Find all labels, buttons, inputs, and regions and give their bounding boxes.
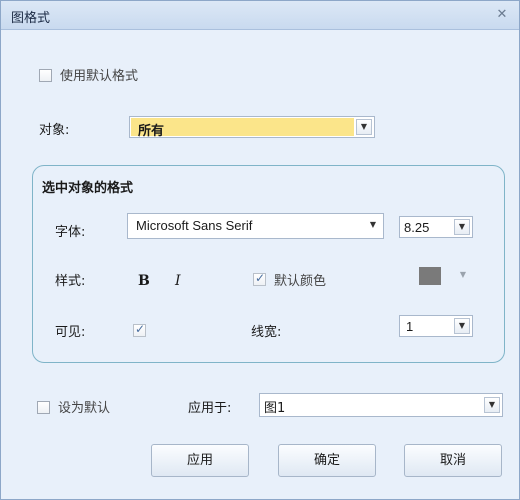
cancel-button[interactable]: 取消	[404, 444, 502, 477]
italic-button[interactable]: I	[175, 273, 181, 289]
line-width-select[interactable]: 1 ▼	[399, 315, 473, 337]
color-swatch	[419, 267, 441, 285]
chevron-down-icon[interactable]: ▼	[365, 218, 381, 234]
apply-to-label: 应用于:	[188, 401, 232, 416]
line-width-label: 线宽:	[251, 325, 282, 340]
chevron-down-icon[interactable]: ▼	[356, 119, 372, 135]
visible-checkbox[interactable]	[133, 322, 146, 337]
line-width-value: 1	[406, 319, 414, 334]
style-label: 样式:	[55, 274, 86, 289]
object-select-highlight	[131, 118, 354, 136]
use-default-format-checkbox[interactable]	[39, 69, 52, 82]
default-color-label: 默认颜色	[274, 274, 327, 289]
chevron-down-icon[interactable]: ▼	[484, 397, 500, 413]
default-color-checkbox[interactable]	[253, 271, 266, 286]
format-dialog: 图格式 ✕ 使用默认格式 对象: 所有 ▼ 选中对象的格式 字体: Micros…	[0, 0, 520, 500]
apply-to-value: 图1	[264, 401, 286, 416]
apply-button[interactable]: 应用	[151, 444, 249, 477]
font-label: 字体:	[55, 225, 86, 240]
font-select[interactable]: Microsoft Sans Serif ▼	[127, 213, 384, 239]
object-label: 对象:	[39, 123, 70, 138]
set-default-checkbox[interactable]	[37, 401, 50, 414]
use-default-format-label: 使用默认格式	[60, 69, 139, 84]
close-icon[interactable]: ✕	[493, 6, 511, 24]
object-select-value: 所有	[138, 124, 165, 139]
chevron-down-icon[interactable]: ▼	[454, 318, 470, 334]
ok-button[interactable]: 确定	[278, 444, 376, 477]
chevron-down-icon[interactable]: ▼	[454, 219, 470, 235]
title-bar: 图格式 ✕	[1, 1, 519, 30]
visible-label: 可见:	[55, 325, 86, 340]
font-select-value: Microsoft Sans Serif	[136, 218, 253, 233]
object-select[interactable]: 所有 ▼	[129, 116, 375, 139]
apply-to-select[interactable]: 图1 ▼	[259, 393, 503, 417]
chevron-down-icon[interactable]: ▼	[455, 268, 471, 284]
font-size-value: 8.25	[404, 220, 430, 235]
dialog-title: 图格式	[11, 11, 51, 26]
group-title: 选中对象的格式	[42, 181, 134, 196]
font-size-select[interactable]: 8.25 ▼	[399, 216, 473, 238]
set-default-label: 设为默认	[58, 401, 111, 416]
bold-button[interactable]: B	[138, 273, 150, 289]
